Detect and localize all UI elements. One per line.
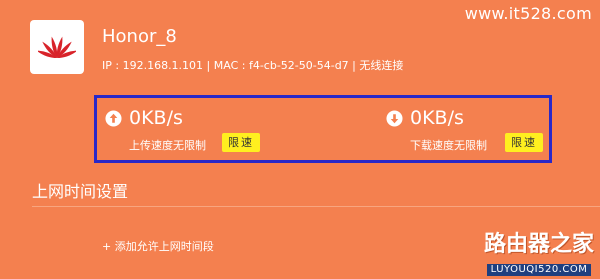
device-name: Honor_8	[102, 26, 177, 47]
upload-limit-button[interactable]: 限速	[222, 133, 260, 152]
internet-time-settings-title: 上网时间设置	[32, 182, 129, 201]
brand-watermark-sub: LUYOUQI520.COM	[486, 264, 592, 276]
download-arrow-icon	[386, 110, 403, 127]
brand-watermark-main: 路由器之家	[483, 232, 594, 257]
upload-speed-value: 0KB/s	[129, 107, 183, 129]
upload-speed-caption: 上传速度无限制	[129, 139, 206, 152]
brand-watermark: 路由器之家 LUYOUQI520.COM	[484, 233, 594, 276]
upload-arrow-icon	[105, 110, 122, 127]
section-divider	[32, 206, 600, 207]
add-allowed-time-link[interactable]: + 添加允许上网时间段	[102, 238, 214, 254]
huawei-logo	[30, 20, 84, 74]
site-watermark: www.it528.com	[464, 4, 592, 23]
download-limit-button[interactable]: 限速	[505, 133, 543, 152]
speed-panel: 0KB/s 上传速度无限制 限速 0KB/s 下载速度无限制 限速	[94, 95, 552, 163]
download-speed-value: 0KB/s	[410, 107, 464, 129]
huawei-logo-icon	[38, 36, 76, 58]
device-info: IP : 192.168.1.101 | MAC : f4-cb-52-50-5…	[102, 59, 404, 72]
download-speed-caption: 下载速度无限制	[410, 139, 487, 152]
